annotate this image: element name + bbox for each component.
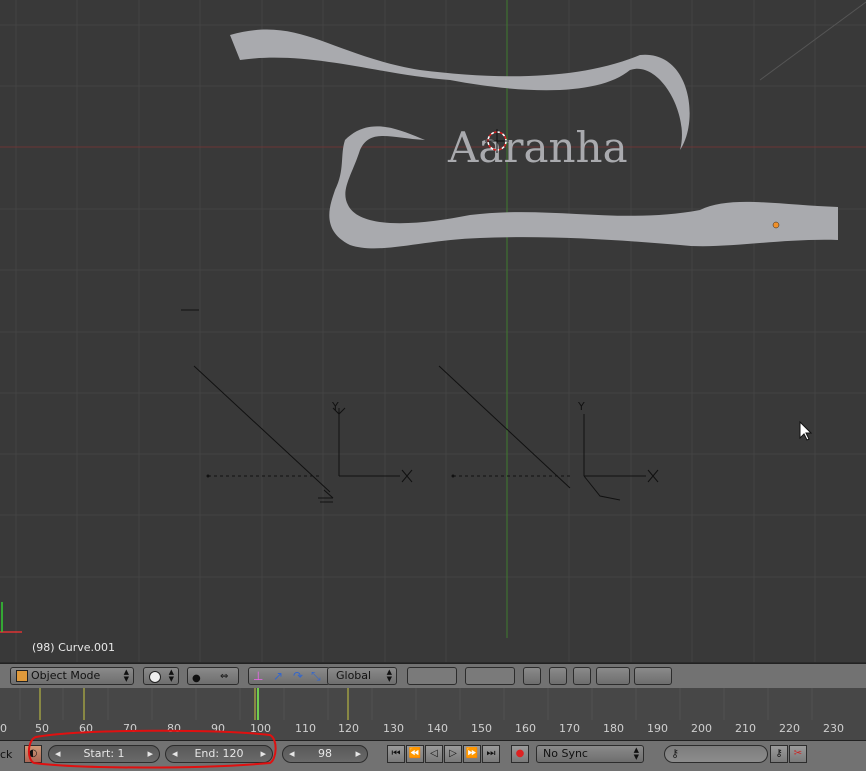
tick-label: 210 [735,722,756,735]
transform-orientation-selector[interactable]: Global ▲ ▼ [327,667,397,685]
manipulator-group[interactable]: ⊥ ↗ ↷ ⤡ [248,667,330,685]
render-buttons-icon[interactable] [634,667,672,685]
tick-label: 140 [427,722,448,735]
tick-label: 160 [515,722,536,735]
y-axis-label-right: Y [577,400,585,413]
key-icon: ⚷ [671,747,680,760]
current-frame-value: 98 [318,747,332,760]
layers-icon[interactable] [407,667,457,685]
layers-icon-2[interactable] [465,667,515,685]
camera-line [759,1,866,81]
tick-label: 150 [471,722,492,735]
translate-icon[interactable]: ↗ [273,668,283,684]
increment-arrow-icon[interactable]: ▸ [355,746,361,762]
mode-label: Object Mode [31,669,101,682]
delete-keyframe-icon[interactable]: ✂ [789,745,807,763]
next-keyframe-icon[interactable]: ⏩ [463,745,481,763]
empty-object-right[interactable] [438,365,659,501]
sync-mode-selector[interactable]: No Sync ▲ ▼ [536,745,644,763]
snap-icon[interactable]: ⇔ [220,669,228,685]
object-origin[interactable] [772,221,780,229]
tick-label: 0 [0,722,7,735]
3d-viewport[interactable]: Aaranha Y Y (98) Curve.001 [0,0,866,662]
insert-keyframe-icon[interactable]: ⚷ [770,745,788,763]
rotate-icon[interactable]: ↷ [293,668,303,684]
play-reverse-icon[interactable]: ◁ [425,745,443,763]
tick-label: 220 [779,722,800,735]
dropdown-arrows-icon: ▲ ▼ [633,746,639,761]
mouse-pointer-icon [799,420,813,441]
jump-start-icon[interactable]: ⏮ [387,745,405,763]
tick-label: 110 [295,722,316,735]
grid [0,0,866,662]
3d-view-header: Object Mode ▲ ▼ ▲ ▼ ● ⇔ ⊥ ↗ ↷ ⤡ Global ▲ ▼ [0,663,866,688]
empty-object-left[interactable] [193,365,413,503]
tick-label: 130 [383,722,404,735]
snap-settings-icon[interactable] [596,667,630,685]
viewport-shading-selector[interactable]: ▲ ▼ [143,667,179,685]
play-icon[interactable]: ▷ [444,745,462,763]
tick-label: 230 [823,722,844,735]
proportional-edit-icon[interactable] [573,667,591,685]
orientation-label: Global [336,669,372,682]
jump-end-icon[interactable]: ⏭ [482,745,500,763]
object-mode-icon [16,670,28,682]
dropdown-arrows-icon: ▲ ▼ [386,668,392,683]
y-axis-label-left: Y [331,400,339,413]
dropdown-arrows-icon: ▲ ▼ [168,668,174,683]
manipulator-icon[interactable]: ⊥ [253,668,263,684]
tick-label: 120 [338,722,359,735]
timeline-header: ck ◐ ◂ Start: 1 ▸ ◂ End: 120 ▸ ◂ 98 ▸ ⏮ … [0,729,866,771]
viewport-canvas[interactable]: Aaranha Y Y [0,0,866,662]
timeline-grid [19,688,813,720]
shading-icon [149,671,161,683]
text-object[interactable]: Aaranha [447,123,628,172]
prev-keyframe-icon[interactable]: ⏪ [406,745,424,763]
pivot-icon: ● [192,673,201,684]
menu-cut-label[interactable]: ck [0,748,12,761]
dropdown-arrows-icon: ▲ ▼ [123,668,129,683]
current-frame-field[interactable]: ◂ 98 ▸ [282,745,368,763]
occlusion-icon[interactable] [549,667,567,685]
tick-label: 170 [559,722,580,735]
pivot-point-selector[interactable]: ● ⇔ [187,667,239,685]
decrement-arrow-icon[interactable]: ◂ [289,746,295,762]
mode-selector[interactable]: Object Mode ▲ ▼ [10,667,134,685]
active-object-label: (98) Curve.001 [32,641,116,654]
record-icon[interactable]: ● [511,745,529,763]
axis-widget-icon [0,602,22,633]
tick-label: 180 [603,722,624,735]
highlight-annotation [28,729,277,769]
tick-label: 200 [691,722,712,735]
keying-set-field[interactable]: ⚷ [664,745,768,763]
scale-icon[interactable]: ⤡ [311,668,321,684]
tick-label: 190 [647,722,668,735]
sync-label: No Sync [543,747,588,760]
render-layer-icon[interactable] [523,667,541,685]
